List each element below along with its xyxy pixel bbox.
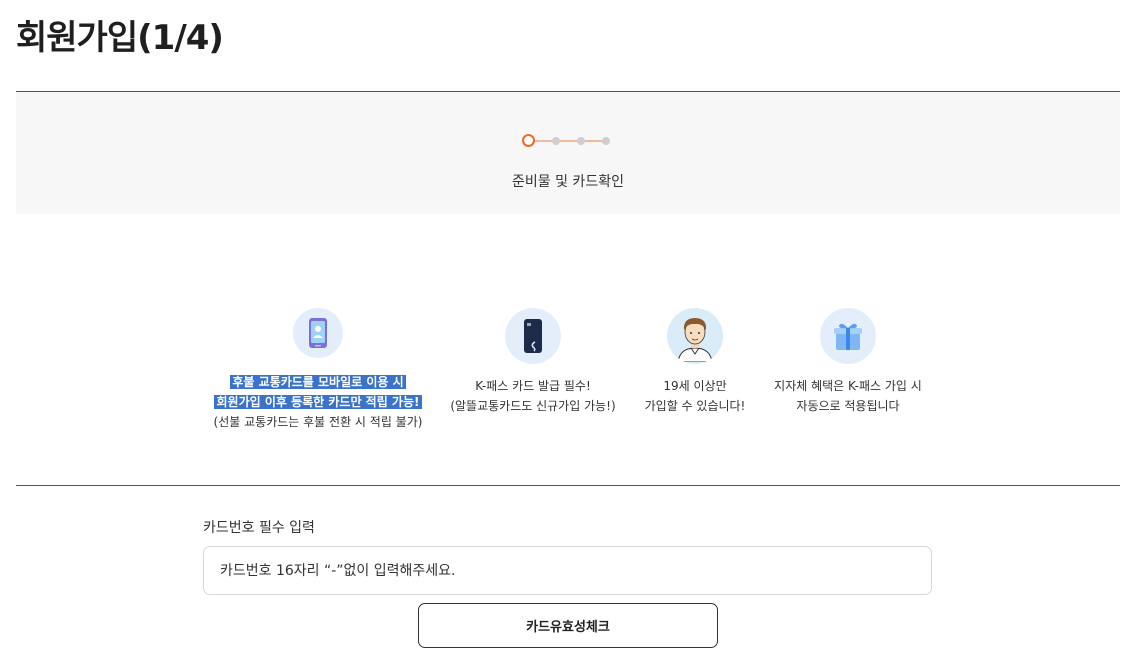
step-dot-1-active <box>522 134 535 147</box>
feature-text: 19세 이상만 <box>663 379 727 393</box>
feature-text: (알뜰교통카드도 신규가입 가능!) <box>450 399 616 413</box>
progress-stepper <box>522 134 612 148</box>
feature-local-benefit: 지자체 혜택은 K-패스 가입 시 자동으로 적용됩니다 <box>758 308 938 416</box>
kpass-card-icon <box>505 308 561 364</box>
feature-text: K-패스 카드 발급 필수! <box>475 379 591 393</box>
step-panel: 준비물 및 카드확인 <box>16 92 1120 214</box>
feature-kpass-card: K-패스 카드 발급 필수! (알뜰교통카드도 신규가입 가능!) <box>433 308 633 416</box>
page-title: 회원가입(1/4) <box>16 18 224 58</box>
feature-text: (선불 교통카드는 후불 전환 시 적립 불가) <box>213 415 423 429</box>
gift-icon <box>820 308 876 364</box>
phone-card-icon <box>293 308 343 358</box>
step-dot-4 <box>602 137 610 145</box>
card-validity-check-button[interactable]: 카드유효성체크 <box>418 603 718 648</box>
step-dot-2 <box>552 137 560 145</box>
feature-text: 가입할 수 있습니다! <box>644 399 746 413</box>
stepper-line <box>534 140 608 142</box>
person-icon <box>667 308 723 364</box>
feature-text: 지자체 혜택은 K-패스 가입 시 <box>774 379 922 393</box>
card-number-input[interactable] <box>203 546 932 595</box>
feature-mobile-card: 후불 교통카드를 모바일로 이용 시 회원가입 이후 등록한 카드만 적립 가능… <box>198 308 438 432</box>
step-label: 준비물 및 카드확인 <box>512 174 624 190</box>
feature-text-highlight: 후불 교통카드를 모바일로 이용 시 <box>230 375 406 389</box>
divider <box>16 485 1120 486</box>
feature-text: 자동으로 적용됩니다 <box>796 399 900 413</box>
card-number-label: 카드번호 필수 입력 <box>203 520 315 536</box>
feature-text-highlight: 회원가입 이후 등록한 카드만 적립 가능! <box>214 395 422 409</box>
step-dot-3 <box>577 137 585 145</box>
feature-age-limit: 19세 이상만 가입할 수 있습니다! <box>615 308 775 416</box>
